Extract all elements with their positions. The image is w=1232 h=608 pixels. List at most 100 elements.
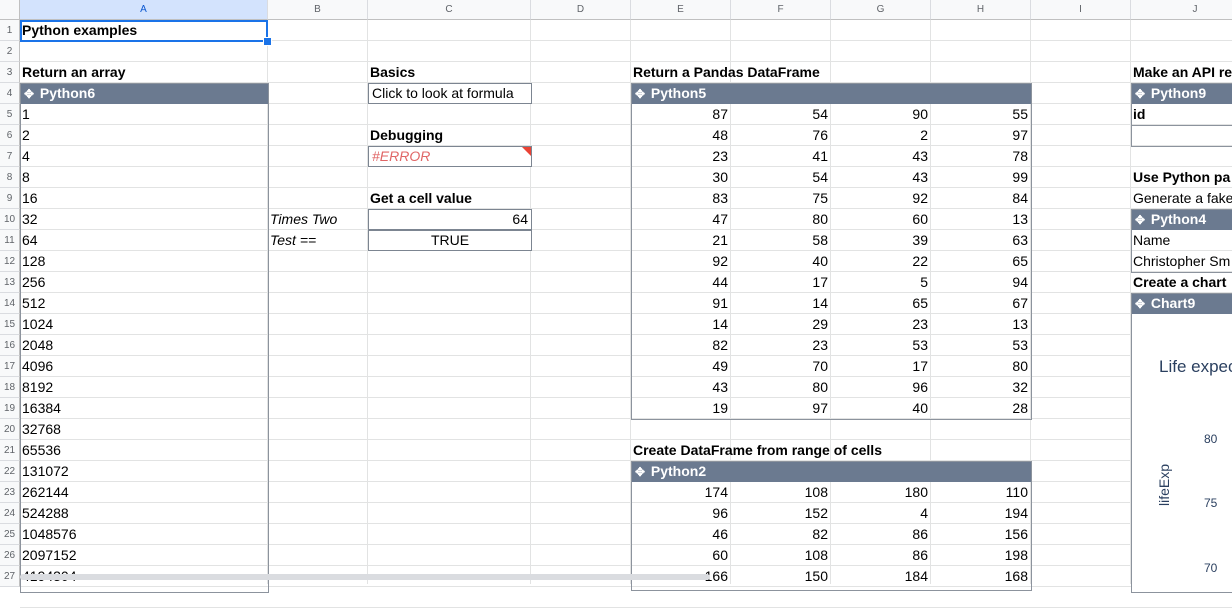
table-cell[interactable]: 97 bbox=[731, 398, 831, 419]
column-header-e[interactable]: E bbox=[631, 0, 731, 20]
table-cell[interactable]: 14 bbox=[631, 314, 731, 335]
python5-header[interactable]: ✥ Python5 bbox=[631, 83, 1031, 104]
table-cell[interactable]: 43 bbox=[631, 377, 731, 398]
table-cell[interactable]: 43 bbox=[831, 146, 931, 167]
array-value[interactable]: 16 bbox=[20, 188, 268, 209]
table-cell[interactable]: 96 bbox=[631, 503, 731, 524]
table-cell[interactable]: 67 bbox=[931, 293, 1031, 314]
array-value[interactable]: 131072 bbox=[20, 461, 268, 482]
array-value[interactable]: 2048 bbox=[20, 335, 268, 356]
table-cell[interactable]: 90 bbox=[831, 104, 931, 125]
table-cell[interactable]: 19 bbox=[631, 398, 731, 419]
python9-header[interactable]: ✥ Python9 bbox=[1131, 83, 1232, 104]
array-value[interactable]: 1048576 bbox=[20, 524, 268, 545]
table-cell[interactable]: 28 bbox=[931, 398, 1031, 419]
row-header-6[interactable]: 6 bbox=[0, 125, 20, 146]
table-cell[interactable]: 80 bbox=[731, 209, 831, 230]
table-cell[interactable]: 2 bbox=[831, 125, 931, 146]
row-header-9[interactable]: 9 bbox=[0, 188, 20, 209]
array-value[interactable]: 256 bbox=[20, 272, 268, 293]
table-cell[interactable]: 86 bbox=[831, 545, 931, 566]
table-cell[interactable]: 156 bbox=[931, 524, 1031, 545]
array-value[interactable]: 16384 bbox=[20, 398, 268, 419]
table-cell[interactable]: 78 bbox=[931, 146, 1031, 167]
table-cell[interactable]: 91 bbox=[631, 293, 731, 314]
table-cell[interactable]: 198 bbox=[931, 545, 1031, 566]
row-header-18[interactable]: 18 bbox=[0, 377, 20, 398]
table-cell[interactable]: 99 bbox=[931, 167, 1031, 188]
table-cell[interactable]: 86 bbox=[831, 524, 931, 545]
row-header-4[interactable]: 4 bbox=[0, 83, 20, 104]
row-header-2[interactable]: 2 bbox=[0, 41, 20, 62]
row-header-11[interactable]: 11 bbox=[0, 230, 20, 251]
column-header-d[interactable]: D bbox=[531, 0, 631, 20]
table-cell[interactable]: 108 bbox=[731, 482, 831, 503]
row-header-14[interactable]: 14 bbox=[0, 293, 20, 314]
column-header-a[interactable]: A bbox=[20, 0, 268, 20]
table-cell[interactable]: 5 bbox=[831, 272, 931, 293]
row-header-5[interactable]: 5 bbox=[0, 104, 20, 125]
table-cell[interactable]: 87 bbox=[631, 104, 731, 125]
table-cell[interactable]: 23 bbox=[731, 335, 831, 356]
array-value[interactable]: 2 bbox=[20, 125, 268, 146]
horizontal-scrollbar[interactable] bbox=[20, 574, 710, 580]
row-header-8[interactable]: 8 bbox=[0, 167, 20, 188]
row-header-1[interactable]: 1 bbox=[0, 20, 20, 41]
array-value[interactable]: 64 bbox=[20, 230, 268, 251]
array-value[interactable]: 262144 bbox=[20, 482, 268, 503]
table-cell[interactable]: 108 bbox=[731, 545, 831, 566]
row-header-10[interactable]: 10 bbox=[0, 209, 20, 230]
table-cell[interactable]: 44 bbox=[631, 272, 731, 293]
array-value[interactable]: 2097152 bbox=[20, 545, 268, 566]
table-cell[interactable]: 17 bbox=[731, 272, 831, 293]
table-cell[interactable]: 63 bbox=[931, 230, 1031, 251]
column-header-j[interactable]: J bbox=[1131, 0, 1232, 20]
table-cell[interactable]: 96 bbox=[831, 377, 931, 398]
row-header-20[interactable]: 20 bbox=[0, 419, 20, 440]
table-cell[interactable]: 41 bbox=[731, 146, 831, 167]
row-header-3[interactable]: 3 bbox=[0, 62, 20, 83]
python2-header[interactable]: ✥ Python2 bbox=[631, 461, 1031, 482]
array-value[interactable]: 4096 bbox=[20, 356, 268, 377]
table-cell[interactable]: 40 bbox=[831, 398, 931, 419]
table-cell[interactable]: 65 bbox=[931, 251, 1031, 272]
row-header-13[interactable]: 13 bbox=[0, 272, 20, 293]
table-cell[interactable]: 76 bbox=[731, 125, 831, 146]
table-cell[interactable]: 92 bbox=[831, 188, 931, 209]
row-header-24[interactable]: 24 bbox=[0, 503, 20, 524]
row-header-16[interactable]: 16 bbox=[0, 335, 20, 356]
table-cell[interactable]: 30 bbox=[631, 167, 731, 188]
row-header-23[interactable]: 23 bbox=[0, 482, 20, 503]
table-cell[interactable]: 32 bbox=[931, 377, 1031, 398]
row-header-22[interactable]: 22 bbox=[0, 461, 20, 482]
table-cell[interactable]: 23 bbox=[631, 146, 731, 167]
table-cell[interactable]: 84 bbox=[931, 188, 1031, 209]
python6-header[interactable]: ✥ Python6 bbox=[20, 83, 268, 104]
table-cell[interactable]: 47 bbox=[631, 209, 731, 230]
table-cell[interactable]: 83 bbox=[631, 188, 731, 209]
fill-handle[interactable] bbox=[263, 37, 272, 46]
formula-cell[interactable]: Click to look at formula bbox=[368, 83, 532, 104]
select-all-corner[interactable] bbox=[0, 0, 20, 20]
table-cell[interactable]: 75 bbox=[731, 188, 831, 209]
table-cell[interactable]: 70 bbox=[731, 356, 831, 377]
table-cell[interactable]: 13 bbox=[931, 209, 1031, 230]
table-cell[interactable]: 97 bbox=[931, 125, 1031, 146]
table-cell[interactable]: 92 bbox=[631, 251, 731, 272]
column-header-c[interactable]: C bbox=[368, 0, 531, 20]
column-header-b[interactable]: B bbox=[268, 0, 368, 20]
cell-a1[interactable]: Python examples bbox=[20, 20, 268, 41]
table-cell[interactable]: 194 bbox=[931, 503, 1031, 524]
array-value[interactable]: 1024 bbox=[20, 314, 268, 335]
times-two-value[interactable]: 64 bbox=[368, 209, 532, 230]
table-cell[interactable]: 49 bbox=[631, 356, 731, 377]
array-value[interactable]: 65536 bbox=[20, 440, 268, 461]
table-cell[interactable]: 60 bbox=[831, 209, 931, 230]
row-header-12[interactable]: 12 bbox=[0, 251, 20, 272]
array-value[interactable]: 32768 bbox=[20, 419, 268, 440]
table-cell[interactable]: 180 bbox=[831, 482, 931, 503]
array-value[interactable]: 4 bbox=[20, 146, 268, 167]
array-value[interactable]: 8 bbox=[20, 167, 268, 188]
row-header-26[interactable]: 26 bbox=[0, 545, 20, 566]
column-header-i[interactable]: I bbox=[1031, 0, 1131, 20]
